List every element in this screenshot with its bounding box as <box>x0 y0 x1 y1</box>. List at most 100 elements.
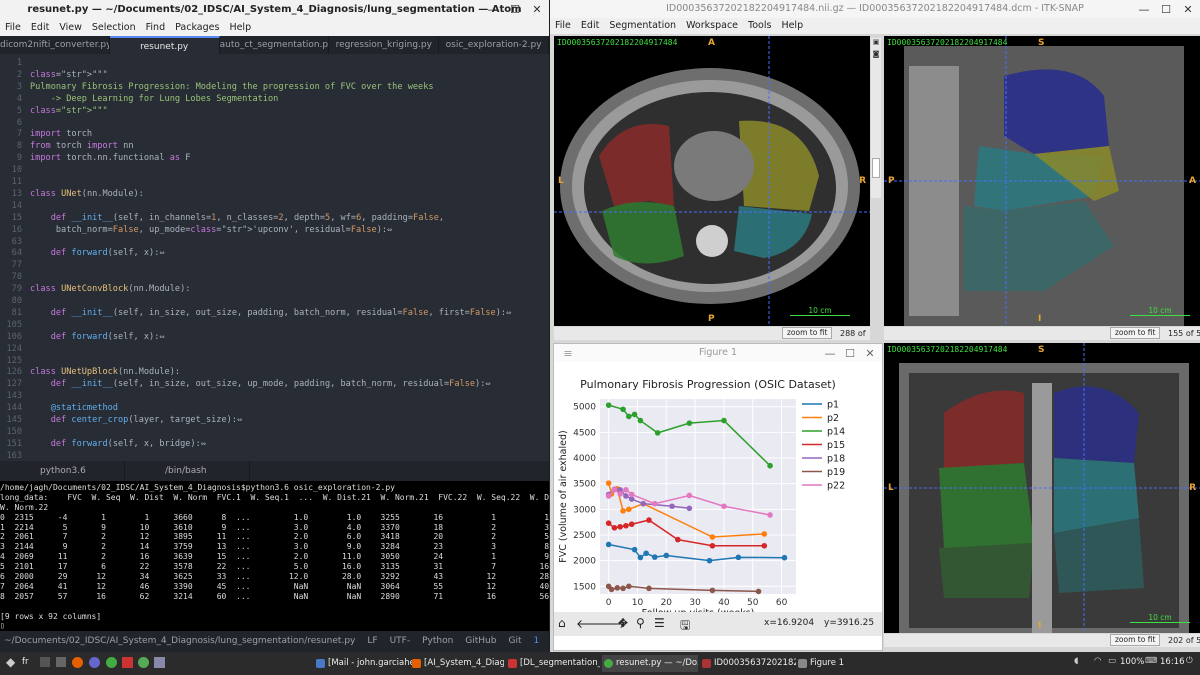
taskbar-item-itk-snap[interactable]: ID00035637202182... <box>700 655 796 672</box>
coronal-zoom-to-fit-button[interactable]: zoom to fit <box>1110 634 1161 646</box>
files-launcher-icon[interactable] <box>56 657 66 667</box>
configure-subplots-icon[interactable]: ☰ <box>654 616 665 630</box>
power-icon[interactable]: ⏻ <box>1186 656 1193 666</box>
code-line: -> Deep Learning for Lung Lobes Segmenta… <box>30 93 279 104</box>
menu-packages[interactable]: Packages <box>170 20 224 36</box>
clock[interactable]: 16:16 <box>1160 657 1185 667</box>
y-tick-label: 4500 <box>573 428 596 438</box>
menu-selection[interactable]: Selection <box>87 20 141 36</box>
data-point-p1 <box>706 557 713 564</box>
menu-file[interactable]: File <box>0 20 26 36</box>
pan-icon[interactable]: ✥ <box>618 616 628 630</box>
toggle-layout-icon[interactable]: ▣ <box>871 38 881 46</box>
data-point-p14 <box>767 462 773 469</box>
sagittal-view[interactable]: ID00035637202182204917484 S I P A 10 cm <box>884 36 1200 326</box>
taskbar-item-dl-segmentation[interactable]: [DL_segmentation_ta... <box>506 655 600 672</box>
thunderbird-icon[interactable] <box>89 657 100 668</box>
maximize-icon[interactable]: ☐ <box>1156 0 1176 20</box>
data-point-p14 <box>620 406 626 413</box>
axial-view[interactable]: ID00035637202182204917484 A P L R 10 cm <box>554 36 870 326</box>
tab-dicom2nifti[interactable]: dicom2nifti_converter.py <box>0 36 110 54</box>
menu-view[interactable]: View <box>54 20 87 36</box>
save-icon[interactable]: 🖫 <box>680 616 690 637</box>
x-tick-label: 30 <box>689 598 701 608</box>
status-github[interactable]: GitHub <box>465 631 496 652</box>
terminal-line: 0 2315 -4 1 1 3660 8 ... 1.0 1.0 3255 16… <box>0 512 549 522</box>
status-file-path[interactable]: ~/Documents/02_IDSC/AI_System_4_Diagnosi… <box>4 631 355 652</box>
data-point-p22 <box>617 491 623 497</box>
app-red-icon[interactable] <box>122 657 133 668</box>
itk-menu-help[interactable]: Help <box>776 18 808 34</box>
minimize-icon[interactable]: — <box>483 0 503 20</box>
tab-resunet[interactable]: resunet.py <box>109 36 220 54</box>
minimize-icon[interactable]: — <box>1134 0 1154 20</box>
sagittal-zoom-to-fit-button[interactable]: zoom to fit <box>1110 327 1161 339</box>
itk-menu-workspace[interactable]: Workspace <box>681 18 743 34</box>
keyboard-icon[interactable]: ⌨ <box>1145 656 1157 666</box>
terminal-launcher-icon[interactable] <box>40 657 50 667</box>
status-grammar[interactable]: Python <box>422 631 453 652</box>
tab-osic-exploration[interactable]: osic_exploration-2.py <box>439 36 549 54</box>
maximize-icon[interactable]: ☐ <box>505 0 525 20</box>
close-icon[interactable]: ✕ <box>1178 0 1198 20</box>
status-git[interactable]: Git (0) <box>508 631 521 667</box>
coronal-view[interactable]: ID00035637202182204917484 S I L R 10 cm <box>884 343 1200 633</box>
itk-menu-segmentation[interactable]: Segmentation <box>604 18 681 34</box>
terminal[interactable]: /home/jagh/Documents/02_IDSC/AI_System_4… <box>0 481 549 631</box>
taskbar-item-ai-system[interactable]: [AI_System_4_Diagno... <box>410 655 504 672</box>
code-editor[interactable]: 1 2 class="str">""" 3 Pulmonary Fibrosis Pro… <box>0 54 549 461</box>
keyboard-layout[interactable]: fr <box>22 657 29 667</box>
status-line-ending[interactable]: LF <box>367 631 377 652</box>
apps-menu-icon[interactable]: ◆ <box>6 655 18 671</box>
terminal-tab-python[interactable]: python3.6 <box>0 461 125 481</box>
chart-title: Pulmonary Fibrosis Progression (OSIC Dat… <box>580 378 836 391</box>
close-icon[interactable]: ✕ <box>860 344 880 364</box>
itk-menu-file[interactable]: File <box>550 18 576 34</box>
home-icon[interactable]: ⌂ <box>558 616 566 630</box>
wifi-icon[interactable]: ◠ <box>1094 656 1101 666</box>
figure-window: ≡ Figure 1 — ☐ ✕ 1500 2000 2500 3000 3500 400… <box>553 343 883 651</box>
volume-icon[interactable]: ◖ <box>1074 656 1078 666</box>
battery-icon[interactable]: ▭ <box>1108 656 1116 666</box>
atom-icon[interactable] <box>106 657 117 668</box>
figure-toolbar: ⌂ 🡐 🡒 ✥ ⚲ ☰ 🖫 x=16.9204 y=3916.25 <box>554 612 882 636</box>
data-point-p19 <box>614 585 621 591</box>
x-tick-label: 20 <box>661 598 673 608</box>
itk-menu-tools[interactable]: Tools <box>743 18 776 34</box>
code-line: @staticmethod <box>50 403 118 414</box>
data-point-p15 <box>628 521 635 528</box>
itk-menu-edit[interactable]: Edit <box>576 18 604 34</box>
taskbar-item-figure[interactable]: Figure 1 <box>796 655 856 672</box>
zoom-icon[interactable]: ⚲ <box>636 616 645 630</box>
minimize-icon[interactable]: — <box>820 344 840 364</box>
firefox-icon[interactable] <box>72 657 83 668</box>
menu-edit[interactable]: Edit <box>26 20 54 36</box>
tab-regression-kriging[interactable]: regression_kriging.py <box>329 36 440 54</box>
legend-label-p2: p2 <box>827 413 839 424</box>
code-line: def forward(self, x):⇔ <box>50 331 165 342</box>
tab-auto-ct-segmentation[interactable]: auto_ct_segmentation.py <box>220 36 330 54</box>
data-point-p22 <box>611 487 618 493</box>
atom-app-icon <box>604 659 613 668</box>
app-green-icon[interactable] <box>138 657 149 668</box>
terminal-tab-bash[interactable]: /bin/bash <box>125 461 250 481</box>
taskbar-item-atom[interactable]: resunet.py — ~/Do... <box>602 655 698 672</box>
data-point-p15 <box>617 523 623 530</box>
maximize-icon[interactable]: ☐ <box>840 344 860 364</box>
slice-scrollbar[interactable] <box>872 158 880 178</box>
axial-footer: zoom to fit 288 of 574 <box>554 327 870 351</box>
status-encoding[interactable]: UTF-8 <box>390 631 411 667</box>
menu-help[interactable]: Help <box>224 20 256 36</box>
fvc-chart[interactable]: 1500 2000 2500 3000 3500 4000 4500 5000 0 10 20 30 4… <box>554 362 882 612</box>
taskbar-item-mail[interactable]: [Mail - john.garciahe... <box>314 655 418 672</box>
coronal-ct-image <box>884 343 1200 633</box>
figure-menu-icon[interactable]: ≡ <box>558 344 578 364</box>
close-icon[interactable]: ✕ <box>527 0 547 20</box>
data-point-p19 <box>755 588 762 595</box>
menu-find[interactable]: Find <box>141 20 170 36</box>
data-point-p18 <box>623 493 629 499</box>
axial-zoom-to-fit-button[interactable]: zoom to fit <box>782 327 833 339</box>
camera-icon[interactable]: ◙ <box>871 50 881 58</box>
virtualbox-icon[interactable] <box>154 657 165 668</box>
code-line: def __init__(self, in_channels=1, n_clas… <box>50 212 445 223</box>
